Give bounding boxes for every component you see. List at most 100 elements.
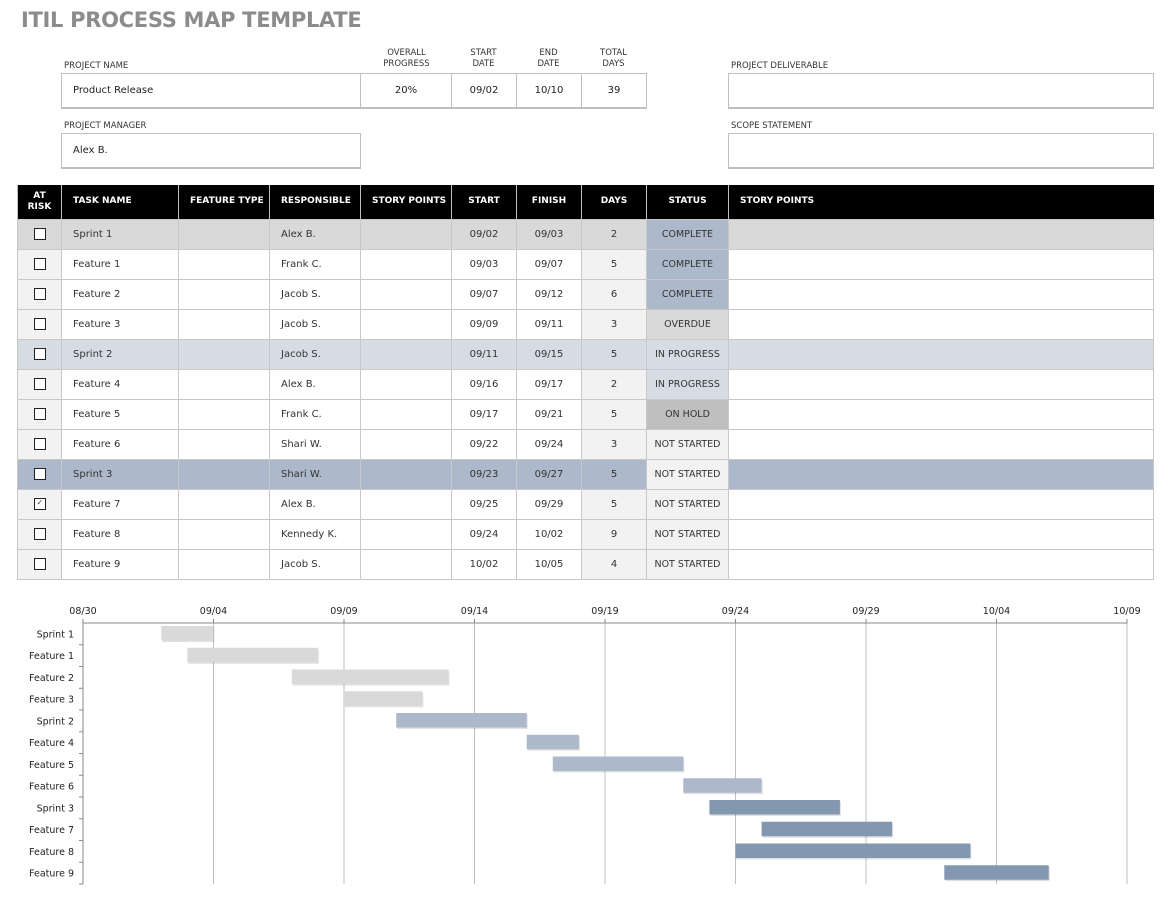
story-points-notes-cell[interactable] xyxy=(728,548,1154,580)
responsible-cell[interactable]: Frank C. xyxy=(269,248,361,280)
feature-type-cell[interactable] xyxy=(178,398,270,430)
header-finish[interactable]: FINISH xyxy=(516,185,582,219)
story-points-notes-cell[interactable] xyxy=(728,278,1154,310)
story-points-notes-cell[interactable] xyxy=(728,458,1154,490)
responsible-cell[interactable]: Frank C. xyxy=(269,398,361,430)
task-name-cell[interactable]: Sprint 3 xyxy=(61,458,179,490)
story-points-cell[interactable] xyxy=(360,548,452,580)
story-points-cell[interactable] xyxy=(360,518,452,550)
task-name-cell[interactable]: Feature 6 xyxy=(61,428,179,460)
days-cell[interactable]: 9 xyxy=(581,518,647,550)
start-cell[interactable]: 09/23 xyxy=(451,458,517,490)
story-points-notes-cell[interactable] xyxy=(728,368,1154,400)
story-points-notes-cell[interactable] xyxy=(728,338,1154,370)
start-cell[interactable]: 09/25 xyxy=(451,488,517,520)
story-points-notes-cell[interactable] xyxy=(728,308,1154,340)
days-cell[interactable]: 4 xyxy=(581,548,647,580)
at-risk-checkbox[interactable] xyxy=(33,378,46,390)
header-story-points-2[interactable]: STORY POINTS xyxy=(728,185,1154,219)
start-cell[interactable]: 09/03 xyxy=(451,248,517,280)
feature-type-cell[interactable] xyxy=(178,368,270,400)
task-name-cell[interactable]: Feature 2 xyxy=(61,278,179,310)
status-cell[interactable]: NOT STARTED xyxy=(646,518,729,550)
story-points-cell[interactable] xyxy=(360,308,452,340)
header-start[interactable]: START xyxy=(451,185,517,219)
task-name-cell[interactable]: Feature 5 xyxy=(61,398,179,430)
responsible-cell[interactable]: Alex B. xyxy=(269,488,361,520)
feature-type-cell[interactable] xyxy=(178,278,270,310)
start-cell[interactable]: 09/02 xyxy=(451,218,517,250)
status-cell[interactable]: COMPLETE xyxy=(646,218,729,250)
story-points-cell[interactable] xyxy=(360,278,452,310)
status-cell[interactable]: NOT STARTED xyxy=(646,428,729,460)
start-cell[interactable]: 09/16 xyxy=(451,368,517,400)
story-points-notes-cell[interactable] xyxy=(728,428,1154,460)
finish-cell[interactable]: 09/29 xyxy=(516,488,582,520)
status-cell[interactable]: NOT STARTED xyxy=(646,548,729,580)
header-story-points[interactable]: STORY POINTS xyxy=(360,185,452,219)
days-cell[interactable]: 5 xyxy=(581,488,647,520)
task-name-cell[interactable]: Feature 8 xyxy=(61,518,179,550)
status-cell[interactable]: NOT STARTED xyxy=(646,488,729,520)
responsible-cell[interactable]: Jacob S. xyxy=(269,548,361,580)
story-points-cell[interactable] xyxy=(360,218,452,250)
story-points-cell[interactable] xyxy=(360,428,452,460)
status-cell[interactable]: ON HOLD xyxy=(646,398,729,430)
responsible-cell[interactable]: Alex B. xyxy=(269,368,361,400)
responsible-cell[interactable]: Jacob S. xyxy=(269,278,361,310)
header-days[interactable]: DAYS xyxy=(581,185,647,219)
story-points-notes-cell[interactable] xyxy=(728,248,1154,280)
story-points-cell[interactable] xyxy=(360,248,452,280)
project-deliverable-field[interactable] xyxy=(728,73,1154,109)
responsible-cell[interactable]: Shari W. xyxy=(269,458,361,490)
story-points-notes-cell[interactable] xyxy=(728,488,1154,520)
at-risk-checkbox[interactable] xyxy=(33,408,46,420)
header-status[interactable]: STATUS xyxy=(646,185,729,219)
start-cell[interactable]: 09/24 xyxy=(451,518,517,550)
start-cell[interactable]: 09/22 xyxy=(451,428,517,460)
task-name-cell[interactable]: Sprint 1 xyxy=(61,218,179,250)
days-cell[interactable]: 3 xyxy=(581,428,647,460)
project-name-field[interactable]: Product Release xyxy=(61,73,361,109)
at-risk-checkbox[interactable] xyxy=(33,348,46,360)
task-name-cell[interactable]: Sprint 2 xyxy=(61,338,179,370)
at-risk-checkbox[interactable] xyxy=(33,468,46,480)
at-risk-checkbox[interactable] xyxy=(33,528,46,540)
feature-type-cell[interactable] xyxy=(178,308,270,340)
finish-cell[interactable]: 09/03 xyxy=(516,218,582,250)
feature-type-cell[interactable] xyxy=(178,428,270,460)
task-name-cell[interactable]: Feature 9 xyxy=(61,548,179,580)
story-points-cell[interactable] xyxy=(360,458,452,490)
story-points-notes-cell[interactable] xyxy=(728,398,1154,430)
at-risk-checkbox[interactable] xyxy=(33,438,46,450)
finish-cell[interactable]: 09/24 xyxy=(516,428,582,460)
start-cell[interactable]: 09/17 xyxy=(451,398,517,430)
task-name-cell[interactable]: Feature 3 xyxy=(61,308,179,340)
total-days-field[interactable]: 39 xyxy=(581,73,647,109)
finish-cell[interactable]: 09/17 xyxy=(516,368,582,400)
at-risk-checkbox[interactable] xyxy=(33,498,46,510)
feature-type-cell[interactable] xyxy=(178,488,270,520)
scope-statement-field[interactable] xyxy=(728,133,1154,169)
story-points-cell[interactable] xyxy=(360,398,452,430)
status-cell[interactable]: COMPLETE xyxy=(646,248,729,280)
at-risk-checkbox[interactable] xyxy=(33,318,46,330)
feature-type-cell[interactable] xyxy=(178,338,270,370)
days-cell[interactable]: 5 xyxy=(581,458,647,490)
task-name-cell[interactable]: Feature 1 xyxy=(61,248,179,280)
story-points-notes-cell[interactable] xyxy=(728,518,1154,550)
feature-type-cell[interactable] xyxy=(178,548,270,580)
story-points-cell[interactable] xyxy=(360,338,452,370)
status-cell[interactable]: IN PROGRESS xyxy=(646,368,729,400)
finish-cell[interactable]: 09/27 xyxy=(516,458,582,490)
project-manager-field[interactable]: Alex B. xyxy=(61,133,361,169)
start-cell[interactable]: 09/11 xyxy=(451,338,517,370)
start-cell[interactable]: 09/07 xyxy=(451,278,517,310)
days-cell[interactable]: 5 xyxy=(581,338,647,370)
finish-cell[interactable]: 09/07 xyxy=(516,248,582,280)
days-cell[interactable]: 5 xyxy=(581,398,647,430)
status-cell[interactable]: COMPLETE xyxy=(646,278,729,310)
feature-type-cell[interactable] xyxy=(178,218,270,250)
finish-cell[interactable]: 10/02 xyxy=(516,518,582,550)
header-at-risk[interactable]: AT RISK xyxy=(17,185,62,219)
